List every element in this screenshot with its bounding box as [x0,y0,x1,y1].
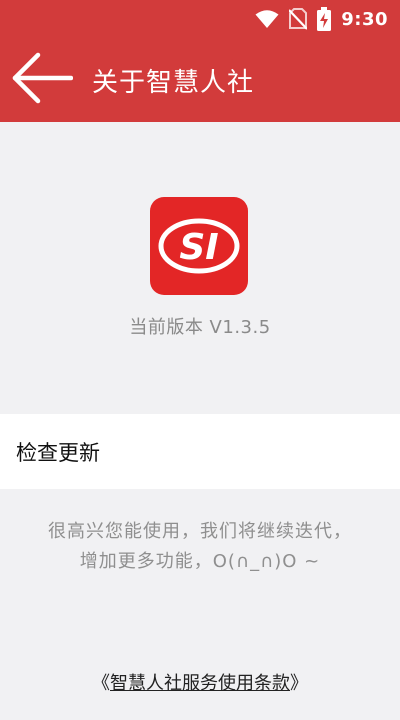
terms-close-bracket: 》 [290,673,308,694]
logo-text: SI [179,227,218,268]
page-title: 关于智慧人社 [92,67,255,98]
status-bar: 9:30 [0,0,400,38]
check-update-label: 检查更新 [16,440,100,465]
no-sim-icon [289,8,308,30]
status-time: 9:30 [341,8,388,30]
si-logo-icon: SI [158,218,240,274]
wifi-icon [255,9,279,29]
thanks-message: 很高兴您能使用，我们将继续迭代， 增加更多功能，O(∩_∩)O ~ [0,517,400,577]
terms-row: 《智慧人社服务使用条款》 [0,669,400,695]
battery-charging-icon [317,7,332,31]
arrow-left-icon [11,52,74,108]
app-logo: SI [150,197,248,295]
back-button[interactable] [4,38,80,122]
message-line-1: 很高兴您能使用，我们将继续迭代， [48,521,352,542]
version-text: 当前版本 V1.3.5 [129,317,271,338]
check-update-button[interactable]: 检查更新 [0,414,400,489]
terms-link[interactable]: 智慧人社服务使用条款 [110,673,290,694]
app-bar: 关于智慧人社 [0,38,400,122]
terms-open-bracket: 《 [92,673,110,694]
message-line-2: 增加更多功能，O(∩_∩)O ~ [79,551,321,572]
